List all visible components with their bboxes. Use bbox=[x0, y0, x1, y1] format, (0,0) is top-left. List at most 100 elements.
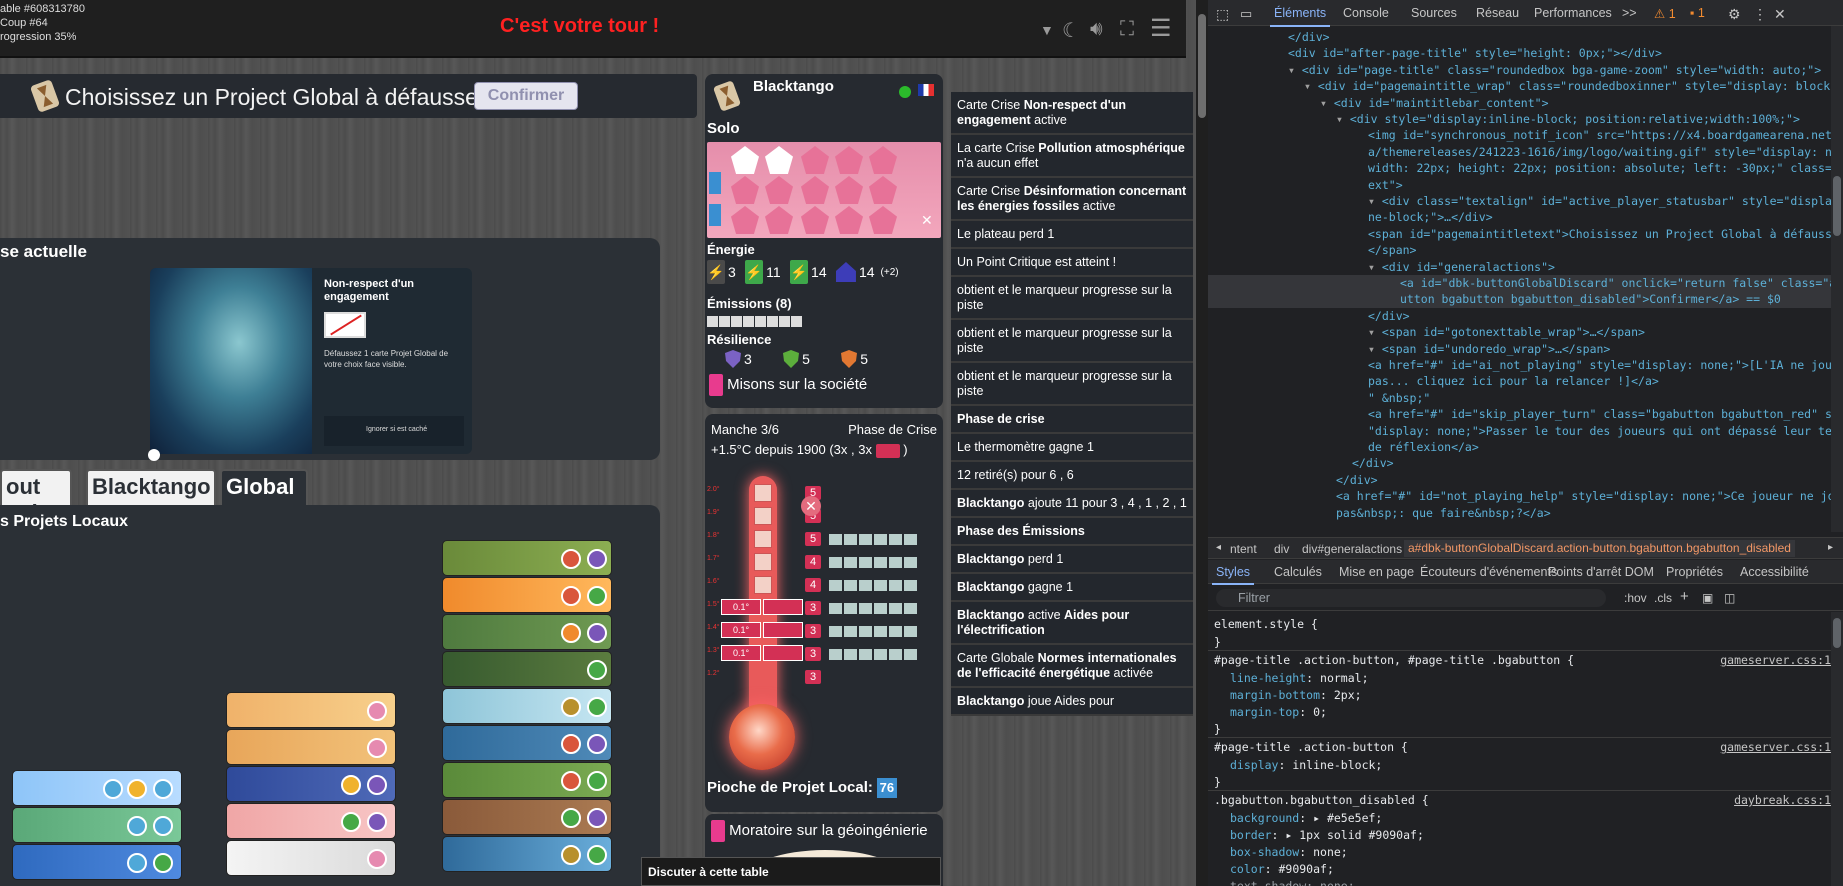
dom-node[interactable]: ▾ <div style="display:inline-block; posi… bbox=[1208, 111, 1831, 128]
style-declaration[interactable]: display: inline-block; bbox=[1208, 757, 1831, 774]
project-card[interactable] bbox=[442, 836, 612, 872]
style-rule-selector[interactable]: #page-title .action-button, #page-title … bbox=[1208, 652, 1831, 669]
breadcrumb-item[interactable]: div bbox=[1274, 542, 1289, 556]
style-rule-selector[interactable]: .bgabutton.bgabutton_disabled {daybreak.… bbox=[1208, 792, 1831, 809]
css-value[interactable]: normal; bbox=[1320, 671, 1368, 685]
tab-accessibility[interactable]: Accessibilité bbox=[1740, 565, 1809, 579]
class-toggle-button[interactable]: .cls bbox=[1654, 591, 1672, 605]
tab-styles[interactable]: Styles bbox=[1211, 565, 1255, 585]
project-card[interactable] bbox=[226, 729, 396, 765]
style-declaration[interactable]: margin-bottom: 2px; bbox=[1208, 687, 1831, 704]
css-value[interactable]: ▸ #e5e5ef; bbox=[1313, 811, 1382, 825]
css-property[interactable]: line-height bbox=[1230, 671, 1306, 685]
tab-tout-voir[interactable]: out voir bbox=[0, 469, 72, 525]
tab-dom-breakpoints[interactable]: Points d'arrêt DOM bbox=[1548, 565, 1654, 579]
dom-node[interactable]: </div> bbox=[1208, 455, 1831, 472]
breadcrumb-item[interactable]: div#generalactions bbox=[1302, 542, 1402, 556]
more-tabs-icon[interactable]: >> bbox=[1622, 6, 1637, 20]
breadcrumb-item[interactable]: ntent bbox=[1230, 542, 1257, 556]
player-name[interactable]: Blacktango bbox=[753, 78, 834, 95]
speaker-icon[interactable]: 🔊︎ bbox=[1090, 18, 1103, 41]
project-card[interactable] bbox=[442, 614, 612, 650]
dom-node[interactable]: ▾ <div class="textalign" id="active_play… bbox=[1208, 193, 1831, 210]
css-property[interactable]: background bbox=[1230, 811, 1299, 825]
project-card[interactable] bbox=[442, 688, 612, 724]
dom-node[interactable]: " &nbsp;" bbox=[1208, 390, 1831, 407]
crisis-card[interactable]: Non-respect d'un engagement Défaussez 1 … bbox=[150, 268, 472, 454]
moratorium-card[interactable]: Moratoire sur la géoingénierie bbox=[711, 820, 928, 842]
stylesheet-link[interactable]: daybreak.css:1 bbox=[1734, 792, 1831, 809]
css-value[interactable]: ▸ 1px solid #9090af; bbox=[1285, 828, 1423, 842]
tab-sources[interactable]: Sources bbox=[1411, 6, 1457, 20]
scrollbar-thumb[interactable] bbox=[1833, 176, 1841, 236]
style-declaration[interactable]: margin-top: 0; bbox=[1208, 704, 1831, 721]
chat-bar[interactable]: Discuter à cette table bbox=[641, 857, 941, 886]
close-icon[interactable]: ✕ bbox=[801, 496, 821, 516]
page-scrollbar[interactable] bbox=[1196, 0, 1208, 886]
chevron-down-icon[interactable]: ▼ bbox=[1040, 22, 1054, 38]
css-property[interactable]: display bbox=[1230, 758, 1278, 772]
styles-scrollbar[interactable] bbox=[1831, 612, 1843, 886]
style-rule-selector[interactable]: } bbox=[1208, 721, 1831, 738]
styles-pane[interactable]: element.style {} #page-title .action-butt… bbox=[1208, 612, 1831, 886]
css-property[interactable]: border bbox=[1230, 828, 1272, 842]
dom-node[interactable]: pas&nbsp;: que faire&nbsp;?</a> bbox=[1208, 505, 1831, 522]
dom-node[interactable]: pas... cliquez ici pour la relancer !]</… bbox=[1208, 373, 1831, 390]
project-card[interactable] bbox=[12, 844, 182, 880]
local-project-deck[interactable]: Pioche de Projet Local: 76 bbox=[707, 778, 897, 798]
dom-node[interactable]: ▾ <span id="undoredo_wrap">…</span> bbox=[1208, 341, 1831, 358]
tab-properties[interactable]: Propriétés bbox=[1666, 565, 1723, 579]
hover-state-button[interactable]: :hov bbox=[1624, 591, 1647, 605]
project-card[interactable] bbox=[442, 540, 612, 576]
style-declaration[interactable]: color: #9090af; bbox=[1208, 861, 1831, 878]
dom-node[interactable]: ▾ <div id="page-title" class="roundedbox… bbox=[1208, 62, 1831, 79]
moon-icon[interactable]: ☾ bbox=[1062, 18, 1080, 43]
project-card[interactable] bbox=[226, 803, 396, 839]
dom-node[interactable]: width: 22px; height: 22px; position: abs… bbox=[1208, 160, 1831, 177]
style-rule-selector[interactable]: #page-title .action-button {gameserver.c… bbox=[1208, 739, 1831, 756]
project-card[interactable] bbox=[12, 807, 182, 843]
breadcrumb-right-icon[interactable]: ▸ bbox=[1828, 542, 1833, 553]
dom-node[interactable]: <a id="dbk-buttonGlobalDiscard" onclick=… bbox=[1208, 275, 1831, 292]
style-declaration[interactable]: text-shadow: none; bbox=[1208, 878, 1831, 886]
inspect-icon[interactable]: ⬚ bbox=[1216, 6, 1229, 23]
device-toggle-icon[interactable]: ▭ bbox=[1240, 6, 1252, 22]
css-value[interactable]: #9090af; bbox=[1278, 862, 1333, 876]
css-value[interactable]: 0; bbox=[1313, 705, 1327, 719]
dom-node[interactable]: <span id="pagemaintitletext">Choisissez … bbox=[1208, 226, 1831, 243]
more-options-icon[interactable]: ⋮ bbox=[1753, 6, 1767, 23]
style-rule-selector[interactable]: element.style { bbox=[1208, 616, 1831, 633]
css-value[interactable]: none; bbox=[1320, 879, 1355, 886]
dom-node[interactable]: <a href="#" id="ai_not_playing" style="d… bbox=[1208, 357, 1831, 374]
dom-node[interactable]: <div id="after-page-title" style="height… bbox=[1208, 45, 1831, 62]
sidebar-toggle-icon[interactable]: ◫ bbox=[1724, 591, 1735, 605]
style-rule-selector[interactable]: } bbox=[1208, 774, 1831, 791]
tab-computed[interactable]: Calculés bbox=[1274, 565, 1322, 579]
project-card[interactable] bbox=[226, 692, 396, 728]
dom-tree[interactable]: </div> <div id="after-page-title" style="… bbox=[1208, 26, 1831, 532]
tab-performance[interactable]: Performances bbox=[1534, 6, 1612, 20]
tab-event-listeners[interactable]: Écouteurs d'événements bbox=[1420, 565, 1557, 579]
add-rule-button[interactable]: + bbox=[1680, 588, 1689, 605]
dom-node[interactable]: ne-block;">…</div> bbox=[1208, 209, 1831, 226]
tab-console[interactable]: Console bbox=[1343, 6, 1389, 20]
paint-icon[interactable]: ▣ bbox=[1702, 591, 1713, 605]
style-declaration[interactable]: border: ▸ 1px solid #9090af; bbox=[1208, 827, 1831, 844]
dom-scrollbar[interactable] bbox=[1831, 26, 1843, 532]
filter-input[interactable]: Filtrer bbox=[1216, 589, 1606, 607]
dom-node[interactable]: ▾ <span id="gotonexttable_wrap">…</span> bbox=[1208, 324, 1831, 341]
dom-node[interactable]: <img id="synchronous_notif_icon" src="ht… bbox=[1208, 127, 1831, 144]
tab-layout[interactable]: Mise en page bbox=[1339, 565, 1414, 579]
style-declaration[interactable]: background: ▸ #e5e5ef; bbox=[1208, 810, 1831, 827]
fullscreen-icon[interactable]: ⛶ bbox=[1120, 18, 1134, 41]
dom-node[interactable]: a/themereleases/241223-1616/img/logo/wai… bbox=[1208, 144, 1831, 161]
project-card[interactable] bbox=[442, 725, 612, 761]
dom-node[interactable]: ▾ <div id="maintitlebar_content"> bbox=[1208, 95, 1831, 112]
style-declaration[interactable]: box-shadow: none; bbox=[1208, 844, 1831, 861]
project-card[interactable] bbox=[442, 762, 612, 798]
issue-icon[interactable]: ▪ 1 bbox=[1690, 6, 1705, 20]
dom-node[interactable]: utton bgabutton bgabutton_disabled">Conf… bbox=[1208, 291, 1831, 309]
dom-node[interactable]: </div> bbox=[1208, 472, 1831, 489]
dom-node[interactable]: ▾ <div id="generalactions"> bbox=[1208, 259, 1831, 276]
css-property[interactable]: color bbox=[1230, 862, 1265, 876]
